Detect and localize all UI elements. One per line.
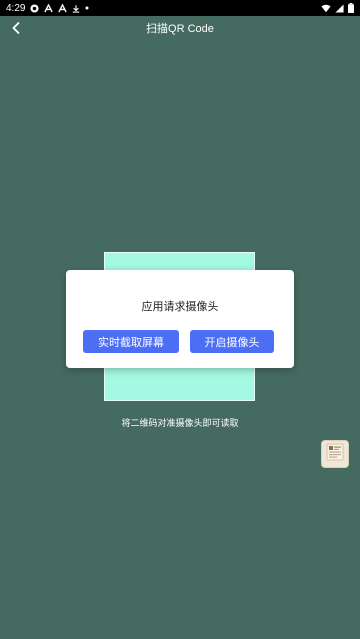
battery-icon [348,3,354,13]
camera-request-dialog: 应用请求摄像头 实时截取屏幕 开启摄像头 [66,270,294,368]
scan-hint: 将二维码对准摄像头即可读取 [121,419,239,429]
page-title: 扫描QR Code [146,23,214,35]
status-time: 4:29 [6,2,26,14]
font-a-icon [58,3,68,13]
status-bar: 4:29 [0,0,360,16]
chevron-left-icon [12,19,20,38]
font-a-icon [44,3,54,13]
dot-icon [85,6,89,10]
gallery-thumbnail-icon [325,442,345,466]
signal-icon [335,3,344,13]
status-left: 4:29 [6,3,89,14]
gallery-thumbnail-button[interactable] [321,440,349,468]
status-right [321,3,354,13]
wifi-icon [321,4,331,13]
back-button[interactable] [6,18,26,38]
download-icon [72,4,80,13]
dialog-title: 应用请求摄像头 [141,300,219,313]
notification-circle-icon [30,3,40,13]
open-camera-button[interactable]: 开启摄像头 [190,330,274,353]
app-bar: 扫描QR Code [0,16,360,40]
capture-screen-button[interactable]: 实时截取屏幕 [83,330,179,353]
